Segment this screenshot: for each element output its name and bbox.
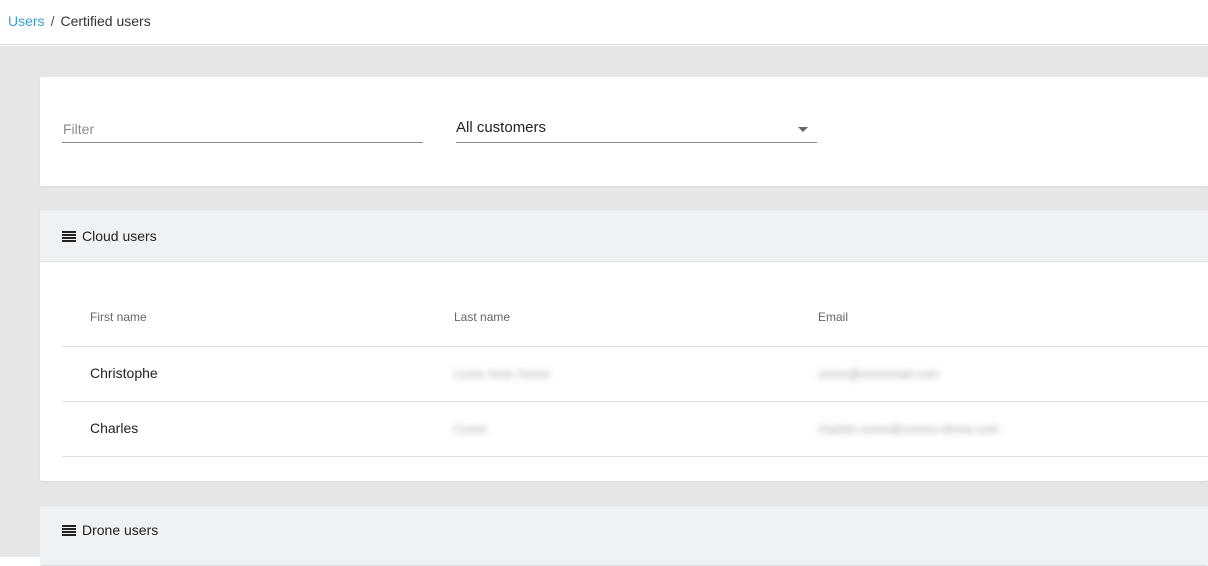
cloud-users-table: First name Last name Email Christophe Lx… xyxy=(62,297,1208,457)
filter-card: All customers xyxy=(40,77,1208,186)
breadcrumb: Users / Certified users xyxy=(8,12,151,30)
list-icon xyxy=(62,231,76,242)
top-bar: Users / Certified users xyxy=(0,0,1208,45)
last-name-cell: Lxxxx Xxxx Xxxxx xyxy=(454,367,550,381)
drone-users-title: Drone users xyxy=(82,522,159,538)
breadcrumb-current: Certified users xyxy=(60,13,151,29)
column-header-last-name[interactable]: Last name xyxy=(454,310,510,324)
column-header-first-name[interactable]: First name xyxy=(90,310,147,324)
first-name-cell: Christophe xyxy=(90,365,158,381)
cloud-users-title: Cloud users xyxy=(82,228,157,244)
customer-select[interactable]: All customers xyxy=(456,115,817,143)
column-header-email[interactable]: Email xyxy=(818,310,848,324)
email-cell: charles.xxxxx@xxxxxx-drone.com xyxy=(818,422,999,436)
filter-input[interactable] xyxy=(62,115,423,143)
last-name-cell: Cxxxx xyxy=(454,422,487,436)
first-name-cell: Charles xyxy=(90,420,139,436)
breadcrumb-users-link[interactable]: Users xyxy=(8,13,45,29)
table-row[interactable]: Charles Cxxxx charles.xxxxx@xxxxxx-drone… xyxy=(62,402,1208,457)
customer-select-value: All customers xyxy=(456,119,547,136)
email-cell: xxxxx@xxxxxmail.com xyxy=(818,367,939,381)
list-icon xyxy=(62,525,76,536)
table-header-row: First name Last name Email xyxy=(62,297,1208,347)
drone-users-card[interactable]: Drone users xyxy=(40,506,1208,566)
cloud-users-header: Cloud users xyxy=(40,210,1208,262)
caret-down-icon xyxy=(798,127,808,132)
cloud-users-card: Cloud users First name Last name Email C… xyxy=(40,210,1208,481)
table-row[interactable]: Christophe Lxxxx Xxxx Xxxxx xxxxx@xxxxxm… xyxy=(62,347,1208,402)
main-content: All customers Cloud users First name Las… xyxy=(0,46,1208,566)
breadcrumb-separator: / xyxy=(50,13,55,29)
